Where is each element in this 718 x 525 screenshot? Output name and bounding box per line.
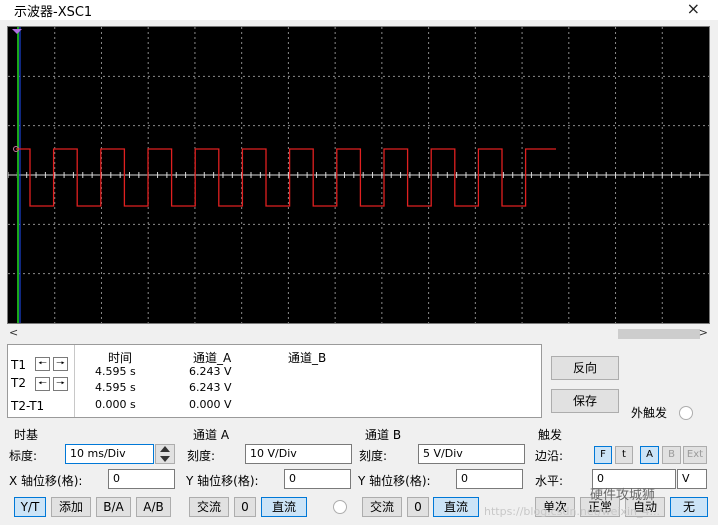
channel-a-scale-input[interactable]: 10 V/Div xyxy=(245,444,352,464)
trigger-source-a[interactable]: A xyxy=(640,446,659,464)
timebase-scale-label: 标度: xyxy=(9,449,38,463)
timebase-scale-spinner[interactable] xyxy=(155,444,175,464)
scroll-thumb[interactable] xyxy=(618,329,700,339)
scroll-left-icon[interactable]: < xyxy=(9,326,18,339)
readout-divider xyxy=(74,345,75,417)
t2-left-button[interactable]: 🠔 xyxy=(35,377,50,391)
mode-yt-button[interactable]: Y/T xyxy=(14,497,46,517)
t1-right-button[interactable]: 🠖 xyxy=(53,357,68,371)
ext-trigger-label: 外触发 xyxy=(631,406,668,420)
channel-b-ac-button[interactable]: 交流 xyxy=(362,497,402,517)
trigger-title: 触发 xyxy=(538,428,563,442)
channel-b-title: 通道 B xyxy=(365,428,402,442)
mode-ab-button[interactable]: A/B xyxy=(136,497,171,517)
title-bar: 示波器-XSC1 × xyxy=(0,0,718,20)
trigger-source-ext[interactable]: Ext xyxy=(683,446,707,464)
window-title: 示波器-XSC1 xyxy=(14,5,93,20)
header-time: 时间 xyxy=(108,351,133,365)
t2-channel-a: 6.243 V xyxy=(189,381,232,394)
channel-b-ypos-input[interactable]: 0 xyxy=(456,469,523,489)
mode-add-button[interactable]: 添加 xyxy=(51,497,91,517)
watermark-brand: 硬件攻城狮 xyxy=(590,488,656,503)
cursor-readout-panel: T1 🠔 🠖 T2 🠔 🠖 T2-T1 时间 通道_A 通道_B 4.595 s… xyxy=(7,344,542,418)
trigger-none-button[interactable]: 无 xyxy=(670,497,708,517)
header-channel-a: 通道_A xyxy=(193,351,232,365)
watermark-url: https://blog.csdn.net/weixin_4... xyxy=(484,505,661,518)
spinner-down-icon[interactable] xyxy=(160,456,170,462)
header-channel-b: 通道_B xyxy=(288,351,327,365)
trigger-level-unit[interactable]: V xyxy=(677,469,707,489)
channel-a-ypos-label: Y 轴位移(格): xyxy=(186,474,259,488)
trigger-edge-label: 边沿: xyxy=(535,449,564,463)
oscilloscope-screen[interactable] xyxy=(7,26,710,324)
waveform-plot xyxy=(8,27,709,323)
delta-channel-a: 0.000 V xyxy=(189,398,232,411)
ext-trigger-terminal[interactable] xyxy=(679,406,693,420)
channel-a-title: 通道 A xyxy=(193,428,230,442)
t2-right-button[interactable]: 🠖 xyxy=(53,377,68,391)
trigger-source-b[interactable]: B xyxy=(662,446,681,464)
channel-b-scale-label: 刻度: xyxy=(359,449,388,463)
channel-a-zero-button[interactable]: 0 xyxy=(234,497,256,517)
channel-a-ypos-input[interactable]: 0 xyxy=(284,469,351,489)
mode-ba-button[interactable]: B/A xyxy=(96,497,131,517)
timebase-scale-input[interactable]: 10 ms/Div xyxy=(65,444,154,464)
falling-edge-button[interactable]: t xyxy=(615,446,633,464)
channel-b-scale-input[interactable]: 5 V/Div xyxy=(418,444,525,464)
row-label-t2-t1: T2-T1 xyxy=(11,399,45,413)
horizontal-scrollbar[interactable]: < > xyxy=(7,326,710,341)
spinner-up-icon[interactable] xyxy=(160,446,170,452)
t1-left-button[interactable]: 🠔 xyxy=(35,357,50,371)
close-icon[interactable]: × xyxy=(687,0,700,18)
channel-a-ac-button[interactable]: 交流 xyxy=(189,497,229,517)
delta-time: 0.000 s xyxy=(95,398,136,411)
timebase-title: 时基 xyxy=(14,428,39,442)
save-button[interactable]: 保存 xyxy=(551,389,619,413)
trigger-level-label: 水平: xyxy=(535,474,564,488)
rising-edge-button[interactable]: F xyxy=(594,446,612,464)
channel-b-zero-button[interactable]: 0 xyxy=(407,497,429,517)
channel-a-dc-button[interactable]: 直流 xyxy=(261,497,307,517)
row-label-t1: T1 xyxy=(11,358,26,372)
channel-a-terminal[interactable] xyxy=(333,500,347,514)
channel-b-dc-button[interactable]: 直流 xyxy=(433,497,479,517)
x-position-input[interactable]: 0 xyxy=(108,469,175,489)
t1-time: 4.595 s xyxy=(95,365,136,378)
channel-a-scale-label: 刻度: xyxy=(187,449,216,463)
x-position-label: X 轴位移(格): xyxy=(9,474,83,488)
oscilloscope-window: 示波器-XSC1 × < > T1 🠔 🠖 T2 🠔 🠖 T2-T1 时间 通道… xyxy=(0,0,718,525)
grid xyxy=(8,27,709,323)
scroll-right-icon[interactable]: > xyxy=(699,326,708,339)
t1-channel-a: 6.243 V xyxy=(189,365,232,378)
channel-b-ypos-label: Y 轴位移(格): xyxy=(358,474,431,488)
t2-time: 4.595 s xyxy=(95,381,136,394)
reverse-button[interactable]: 反向 xyxy=(551,356,619,380)
row-label-t2: T2 xyxy=(11,376,26,390)
